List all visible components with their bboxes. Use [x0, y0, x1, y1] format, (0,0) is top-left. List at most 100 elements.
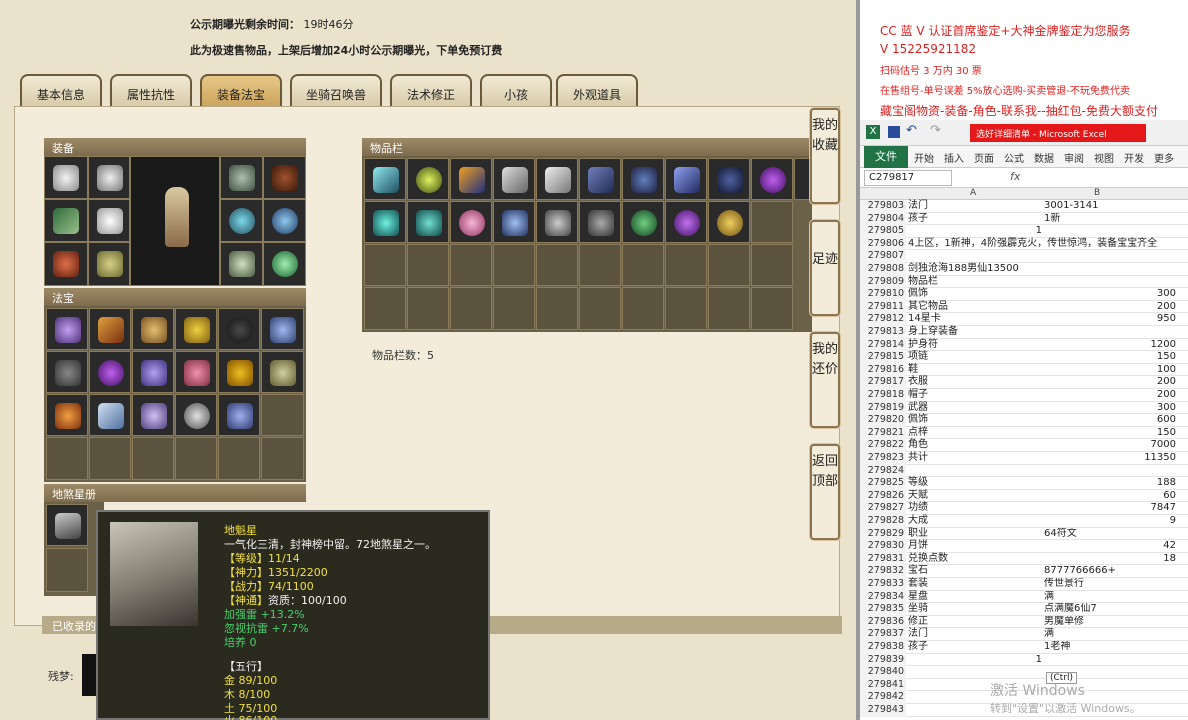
table-row[interactable]: 279835 坐骑 点满魔6仙7 — [860, 603, 1188, 616]
cell-b[interactable]: 1老神 — [1044, 641, 1176, 654]
cell-b[interactable]: 满 — [1044, 628, 1176, 641]
inventory-slot-empty[interactable] — [751, 287, 793, 330]
equip-slot[interactable] — [88, 242, 130, 286]
table-row[interactable]: 279816 鞋 100 — [860, 363, 1188, 377]
inventory-slot-empty[interactable] — [665, 244, 707, 286]
table-row[interactable]: 279815 项链 150 — [860, 351, 1188, 364]
inventory-slot-empty[interactable] — [450, 244, 492, 286]
row-number[interactable]: 279824 — [860, 464, 906, 478]
equip-slot[interactable] — [263, 156, 306, 199]
treasure-slot[interactable] — [89, 351, 131, 393]
inventory-slot[interactable] — [450, 158, 492, 200]
cell-b[interactable]: 150 — [1044, 351, 1176, 364]
cell-b[interactable]: 8777766666+ — [1044, 565, 1176, 578]
tab-spell-correction[interactable]: 法术修正 — [390, 74, 472, 108]
row-number[interactable]: 279830 — [860, 540, 906, 553]
treasure-slot[interactable] — [261, 351, 304, 393]
table-row[interactable]: 279823 共计 11350 — [860, 452, 1188, 465]
inventory-slot-empty[interactable] — [536, 287, 578, 330]
cell-b[interactable]: 满 — [1044, 591, 1176, 604]
equip-slot[interactable] — [88, 199, 130, 242]
cell-a[interactable]: 项链 — [908, 351, 1042, 364]
inventory-slot[interactable] — [622, 158, 664, 200]
cell-b[interactable]: 42 — [1044, 540, 1176, 553]
ribbon-tab-insert[interactable]: 插入 — [944, 150, 964, 165]
row-number[interactable]: 279829 — [860, 527, 906, 541]
table-row[interactable]: 279810 佩饰 300 — [860, 288, 1188, 301]
inventory-slot-empty[interactable] — [364, 287, 406, 330]
cell-a[interactable]: 4上区，1新神，4阶强霹克火，传世惊鸿，装备宝宝齐全 — [908, 238, 1157, 251]
cell-b[interactable]: 200 — [1044, 376, 1176, 389]
ribbon-tab-review[interactable]: 审阅 — [1064, 150, 1084, 165]
table-row[interactable]: 279812 14星卡 950 — [860, 313, 1188, 326]
equip-slot[interactable] — [88, 156, 130, 199]
row-number[interactable]: 279835 — [860, 603, 906, 616]
ribbon-tab-view[interactable]: 视图 — [1094, 150, 1114, 165]
cell-a[interactable]: 衣服 — [908, 376, 1042, 389]
treasure-slot-empty[interactable] — [46, 437, 88, 480]
table-row[interactable]: 279818 帽子 200 — [860, 389, 1188, 402]
cell-a[interactable]: 护身符 — [908, 339, 1042, 352]
row-number[interactable]: 279843 — [860, 704, 906, 717]
cell-b[interactable]: 7000 — [1044, 439, 1176, 452]
table-row[interactable]: 279824 — [860, 464, 1188, 478]
cell-b[interactable]: 150 — [1044, 427, 1176, 440]
inventory-slot[interactable] — [622, 201, 664, 243]
table-row[interactable]: 279827 功绩 7847 — [860, 502, 1188, 515]
row-number[interactable]: 279841 — [860, 678, 906, 692]
cell-a[interactable]: 职业 — [908, 528, 1042, 541]
treasure-slot[interactable] — [132, 394, 174, 436]
cell-a[interactable]: 佩饰 — [908, 414, 1042, 427]
cell-a[interactable]: 修正 — [908, 616, 1042, 629]
table-row[interactable]: 279829 职业 64符文 — [860, 527, 1188, 541]
cell-a[interactable]: 1 — [908, 225, 1042, 238]
table-row[interactable]: 279811 其它物品 200 — [860, 300, 1188, 314]
treasure-slot-empty[interactable] — [175, 437, 217, 480]
cell-a[interactable]: 剑独沧海188男仙13500 — [908, 263, 1042, 276]
cell-a[interactable]: 月饼 — [908, 540, 1042, 553]
row-number[interactable]: 279806 — [860, 237, 906, 251]
table-row[interactable]: 279809 物品栏 — [860, 275, 1188, 289]
cell-b[interactable]: 300 — [1044, 402, 1176, 415]
treasure-slot[interactable] — [261, 308, 304, 350]
inventory-slot-empty[interactable] — [708, 244, 750, 286]
treasure-slot[interactable] — [46, 308, 88, 350]
ribbon-tab-home[interactable]: 开始 — [914, 150, 934, 165]
row-number[interactable]: 279836 — [860, 615, 906, 629]
cell-b[interactable]: 188 — [1044, 477, 1176, 490]
equip-slot[interactable] — [44, 242, 88, 286]
name-box[interactable]: C279817 — [864, 170, 952, 186]
cell-a[interactable]: 其它物品 — [908, 301, 1042, 314]
cell-a[interactable]: 等级 — [908, 477, 1042, 490]
treasure-slot[interactable] — [218, 351, 260, 393]
cell-a[interactable]: 物品栏 — [908, 276, 1042, 289]
inventory-slot[interactable] — [407, 158, 449, 200]
table-row[interactable]: 279804 孩子 1新 — [860, 212, 1188, 226]
cell-a[interactable]: 兑换点数 — [908, 553, 1042, 566]
treasure-slot[interactable] — [175, 394, 217, 436]
footprint-button[interactable]: 足迹 — [810, 220, 840, 316]
ribbon-tab-more[interactable]: 更多 — [1154, 150, 1174, 165]
table-row[interactable]: 279839 1 — [860, 653, 1188, 667]
inventory-slot[interactable] — [364, 158, 406, 200]
inventory-slot[interactable] — [579, 201, 621, 243]
inventory-slot[interactable] — [493, 158, 535, 200]
star-slot-empty[interactable] — [46, 548, 88, 592]
inventory-slot-empty[interactable] — [751, 201, 793, 243]
treasure-slot-empty[interactable] — [132, 437, 174, 480]
row-number[interactable]: 279803 — [860, 200, 906, 213]
cell-b[interactable]: 7847 — [1044, 502, 1176, 515]
inventory-slot[interactable] — [450, 201, 492, 243]
redo-icon[interactable]: ↷ — [930, 123, 941, 138]
inventory-slot[interactable] — [364, 201, 406, 243]
row-number[interactable]: 279827 — [860, 502, 906, 515]
inventory-slot[interactable] — [708, 158, 750, 200]
row-number[interactable]: 279811 — [860, 300, 906, 314]
treasure-slot[interactable] — [132, 308, 174, 350]
row-number[interactable]: 279838 — [860, 641, 906, 654]
row-number[interactable]: 279839 — [860, 653, 906, 667]
cell-a[interactable]: 鞋 — [908, 364, 1042, 377]
cell-b[interactable]: 200 — [1044, 301, 1176, 314]
cell-a[interactable]: 武器 — [908, 402, 1042, 415]
row-number[interactable]: 279804 — [860, 212, 906, 226]
